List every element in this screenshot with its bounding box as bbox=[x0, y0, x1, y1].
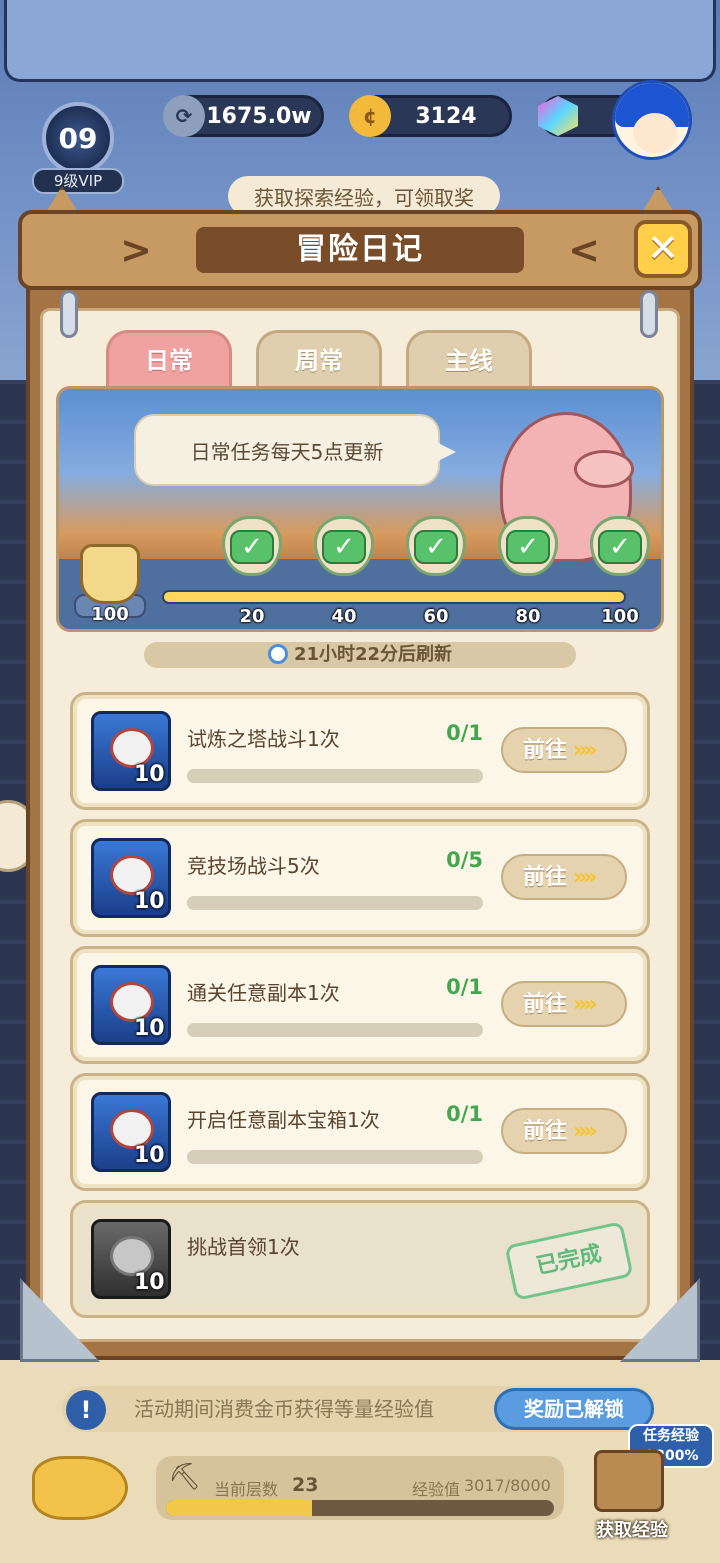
task-count: 0/5 bbox=[446, 848, 483, 872]
go-button[interactable]: 前往»» bbox=[501, 1108, 627, 1154]
refresh-text: 21小时22分后刷新 bbox=[293, 644, 453, 665]
go-button[interactable]: 前往»» bbox=[501, 727, 627, 773]
completed-stamp: 已完成 bbox=[504, 1221, 634, 1301]
activity-progress-fill bbox=[164, 592, 624, 602]
exp-label: 经验值 bbox=[412, 1480, 461, 1499]
chevrons-icon: »» bbox=[573, 738, 598, 763]
wing-badge-icon: 10 bbox=[91, 1219, 171, 1299]
chevrons-icon: »» bbox=[573, 865, 598, 890]
task-progress-bar bbox=[187, 896, 483, 910]
wing-badge-icon: 10 bbox=[91, 711, 171, 791]
prev-page-arrow-icon[interactable]: > bbox=[116, 230, 156, 270]
clock-icon bbox=[267, 644, 288, 664]
coin-counter[interactable]: ⟳ 1675.0w bbox=[163, 95, 324, 137]
vip-label: 9级VIP bbox=[32, 168, 124, 194]
check-icon: ✓ bbox=[230, 530, 274, 564]
task-title: 通关任意副本1次 bbox=[187, 981, 340, 1005]
task-progress-bar bbox=[187, 1023, 483, 1037]
exp-value: 3017/8000 bbox=[464, 1476, 551, 1495]
task-card: 10 竞技场战斗5次 0/5 前往»» bbox=[70, 819, 650, 937]
task-count: 0/1 bbox=[446, 721, 483, 745]
task-reward: 10 bbox=[134, 1270, 165, 1295]
update-info-bubble: 日常任务每天5点更新 bbox=[134, 414, 456, 486]
coin-value: 1675.0w bbox=[206, 103, 312, 129]
dialog-title: 冒险日记 bbox=[196, 227, 524, 273]
get-exp-button[interactable]: 获取经验 bbox=[582, 1450, 682, 1541]
hook-right bbox=[640, 290, 658, 338]
rewards-unlocked-button[interactable]: 奖励已解锁 bbox=[494, 1388, 654, 1430]
milestone-chest[interactable]: ✓ bbox=[404, 516, 468, 584]
tab-weekly[interactable]: 周常 bbox=[256, 330, 382, 386]
gold-counter[interactable]: ¢ 3124 bbox=[349, 95, 512, 137]
wing-badge-icon bbox=[80, 544, 140, 604]
refresh-timer: 21小时22分后刷新 bbox=[144, 642, 576, 668]
task-reward: 10 bbox=[134, 889, 165, 914]
task-title: 挑战首领1次 bbox=[187, 1235, 300, 1259]
task-count: 0/1 bbox=[446, 975, 483, 999]
go-button[interactable]: 前往»» bbox=[501, 981, 627, 1027]
get-exp-label: 获取经验 bbox=[596, 1520, 668, 1541]
milestone-label: 20 bbox=[239, 606, 265, 627]
milestone-label: 100 bbox=[601, 606, 639, 627]
milestone-label: 80 bbox=[515, 606, 541, 627]
task-card: 10 试炼之塔战斗1次 0/1 前往»» bbox=[70, 692, 650, 810]
wing-badge-icon: 10 bbox=[91, 965, 171, 1045]
task-progress-bar bbox=[187, 769, 483, 783]
task-title: 开启任意副本宝箱1次 bbox=[187, 1108, 380, 1132]
task-reward: 10 bbox=[134, 762, 165, 787]
chest-icon bbox=[594, 1450, 664, 1512]
milestone-label: 40 bbox=[331, 606, 357, 627]
player-avatar[interactable] bbox=[612, 80, 692, 160]
task-progress-bar bbox=[187, 1150, 483, 1164]
next-page-arrow-icon[interactable]: < bbox=[564, 230, 604, 270]
exp-progress-fill bbox=[166, 1500, 313, 1516]
gold-value: 3124 bbox=[415, 103, 477, 129]
check-icon: ✓ bbox=[506, 530, 550, 564]
current-points: 100 bbox=[91, 604, 129, 625]
task-count: 0/1 bbox=[446, 1102, 483, 1126]
task-reward: 10 bbox=[134, 1016, 165, 1041]
floor-label: 当前层数 bbox=[214, 1480, 279, 1499]
fish-bone-icon[interactable] bbox=[32, 1456, 128, 1520]
vip-badge[interactable]: 09 9级VIP bbox=[28, 98, 128, 198]
chevrons-icon: »» bbox=[573, 1119, 598, 1144]
task-card: 10 开启任意副本宝箱1次 0/1 前往»» bbox=[70, 1073, 650, 1191]
gold-icon: ¢ bbox=[349, 95, 391, 137]
check-icon: ✓ bbox=[322, 530, 366, 564]
exp-progress-bar bbox=[166, 1500, 554, 1516]
check-icon: ✓ bbox=[414, 530, 458, 564]
task-card: 10 通关任意副本1次 0/1 前往»» bbox=[70, 946, 650, 1064]
task-title: 试炼之塔战斗1次 bbox=[187, 727, 340, 751]
milestone-chest[interactable]: ✓ bbox=[312, 516, 376, 584]
top-panel bbox=[4, 0, 716, 82]
close-button[interactable]: ✕ bbox=[634, 220, 692, 278]
vip-level: 09 bbox=[42, 102, 114, 174]
floor-value: 23 bbox=[292, 1474, 319, 1496]
milestone-label: 60 bbox=[423, 606, 449, 627]
coin-icon: ⟳ bbox=[163, 95, 205, 137]
wing-badge-icon: 10 bbox=[91, 838, 171, 918]
milestone-chest[interactable]: ✓ bbox=[220, 516, 284, 584]
activity-progress-bar bbox=[162, 590, 626, 604]
milestone-chest[interactable]: ✓ bbox=[496, 516, 560, 584]
milestone-chest[interactable]: ✓ bbox=[588, 516, 652, 584]
wing-badge-icon: 10 bbox=[91, 1092, 171, 1172]
info-icon[interactable]: ! bbox=[66, 1390, 106, 1430]
check-icon: ✓ bbox=[598, 530, 642, 564]
go-button[interactable]: 前往»» bbox=[501, 854, 627, 900]
task-reward: 10 bbox=[134, 1143, 165, 1168]
task-card-completed: 10 挑战首领1次 已完成 bbox=[70, 1200, 650, 1318]
chevrons-icon: »» bbox=[573, 992, 598, 1017]
task-title: 竞技场战斗5次 bbox=[187, 854, 320, 878]
tab-main[interactable]: 主线 bbox=[406, 330, 532, 386]
hook-left bbox=[60, 290, 78, 338]
pickaxe-icon: ⛏ bbox=[168, 1462, 202, 1492]
tab-daily[interactable]: 日常 bbox=[106, 330, 232, 386]
